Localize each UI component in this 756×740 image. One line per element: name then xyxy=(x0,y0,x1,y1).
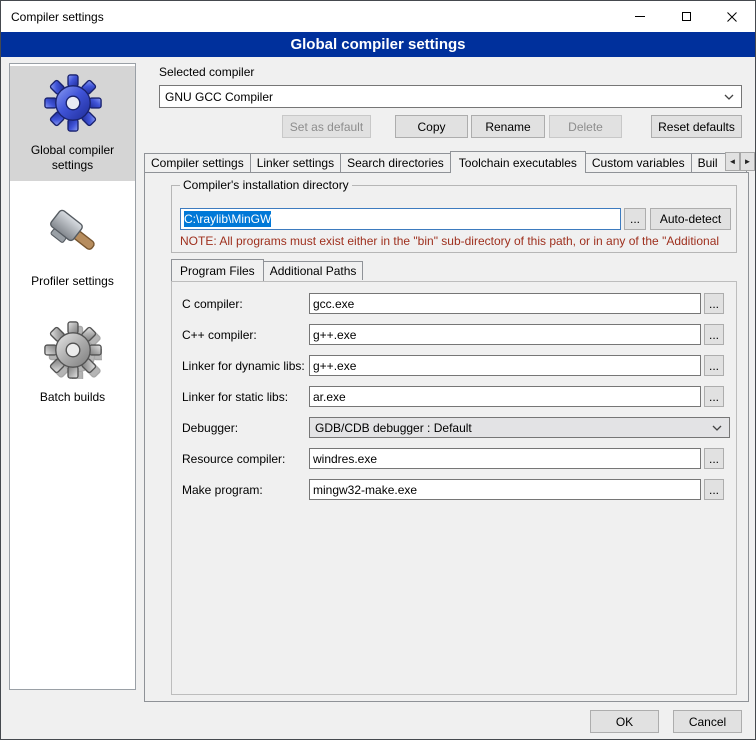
browse-directory-button[interactable]: ... xyxy=(624,208,646,230)
tab-scroll-left-button[interactable]: ◄ xyxy=(725,152,740,171)
sidebar-item-batch-builds[interactable]: Batch builds xyxy=(10,313,135,413)
cpp-compiler-label: C++ compiler: xyxy=(182,328,309,342)
cancel-button[interactable]: Cancel xyxy=(673,710,742,733)
browse-button[interactable]: ... xyxy=(704,324,724,345)
c-compiler-label: C compiler: xyxy=(182,297,309,311)
sidebar-item-label: Profiler settings xyxy=(31,274,114,289)
tab-compiler-settings[interactable]: Compiler settings xyxy=(144,153,251,172)
tab-custom-variables[interactable]: Custom variables xyxy=(585,153,692,172)
debugger-select-value: GDB/CDB debugger : Default xyxy=(315,421,706,435)
toolchain-executables-panel: Compiler's installation directory C:\ray… xyxy=(144,172,749,702)
c-compiler-row: C compiler: ... xyxy=(182,293,736,314)
maximize-icon xyxy=(682,12,691,21)
make-program-input[interactable] xyxy=(309,479,701,500)
browse-button[interactable]: ... xyxy=(704,355,724,376)
browse-button[interactable]: ... xyxy=(704,386,724,407)
resource-compiler-row: Resource compiler: ... xyxy=(182,448,736,469)
selected-compiler-label: Selected compiler xyxy=(159,65,254,79)
ok-button[interactable]: OK xyxy=(590,710,659,733)
titlebar: Compiler settings xyxy=(1,1,755,32)
blue-gear-icon xyxy=(44,74,102,135)
debugger-row: Debugger: GDB/CDB debugger : Default xyxy=(182,417,736,438)
browse-button[interactable]: ... xyxy=(704,448,724,469)
chevron-down-icon xyxy=(724,94,734,100)
maximize-button[interactable] xyxy=(663,1,709,32)
minimize-button[interactable] xyxy=(617,1,663,32)
resource-compiler-label: Resource compiler: xyxy=(182,452,309,466)
groupbox-label: Compiler's installation directory xyxy=(180,178,352,192)
debugger-select[interactable]: GDB/CDB debugger : Default xyxy=(309,417,730,438)
tab-linker-settings[interactable]: Linker settings xyxy=(250,153,341,172)
selected-text: C:\raylib\MinGW xyxy=(184,211,271,227)
compiler-settings-window: Compiler settings Global compiler settin… xyxy=(0,0,756,740)
cpp-compiler-input[interactable] xyxy=(309,324,701,345)
static-linker-label: Linker for static libs: xyxy=(182,390,309,404)
dynamic-linker-input[interactable] xyxy=(309,355,701,376)
minimize-icon xyxy=(635,16,645,17)
make-program-row: Make program: ... xyxy=(182,479,736,500)
compiler-select[interactable]: GNU GCC Compiler xyxy=(159,85,742,108)
close-button[interactable] xyxy=(709,1,755,32)
sidebar-item-profiler-settings[interactable]: Profiler settings xyxy=(10,197,135,297)
bin-subdirectory-note: NOTE: All programs must exist either in … xyxy=(180,234,735,248)
copy-button[interactable]: Copy xyxy=(395,115,468,138)
tab-search-directories[interactable]: Search directories xyxy=(340,153,451,172)
sidebar-item-label: Batch builds xyxy=(40,390,105,405)
dynamic-linker-row: Linker for dynamic libs: ... xyxy=(182,355,736,376)
static-linker-input[interactable] xyxy=(309,386,701,407)
c-compiler-input[interactable] xyxy=(309,293,701,314)
window-title: Compiler settings xyxy=(1,10,104,24)
auto-detect-button[interactable]: Auto-detect xyxy=(650,208,731,230)
delete-button: Delete xyxy=(549,115,622,138)
reset-defaults-button[interactable]: Reset defaults xyxy=(651,115,742,138)
tab-program-files[interactable]: Program Files xyxy=(171,259,264,281)
dialog-header: Global compiler settings xyxy=(1,32,755,57)
resource-compiler-input[interactable] xyxy=(309,448,701,469)
rename-button[interactable]: Rename xyxy=(471,115,545,138)
program-files-panel: C compiler: ... C++ compiler: ... Linker… xyxy=(171,281,737,695)
sidebar-item-label: Global compiler settings xyxy=(13,143,132,173)
caption-buttons xyxy=(617,1,755,32)
tab-additional-paths[interactable]: Additional Paths xyxy=(263,261,364,280)
dynamic-linker-label: Linker for dynamic libs: xyxy=(182,359,309,373)
tab-toolchain-executables[interactable]: Toolchain executables xyxy=(450,151,586,173)
cpp-compiler-row: C++ compiler: ... xyxy=(182,324,736,345)
gray-gear-stack-icon xyxy=(44,321,102,382)
settings-tabstrip: Compiler settings Linker settings Search… xyxy=(144,151,746,173)
compiler-select-value: GNU GCC Compiler xyxy=(165,90,718,104)
set-as-default-button: Set as default xyxy=(282,115,371,138)
profiler-hammer-icon xyxy=(44,205,102,266)
program-files-tabstrip: Program Files Additional Paths xyxy=(171,258,362,281)
debugger-label: Debugger: xyxy=(182,421,309,435)
installation-directory-input[interactable]: C:\raylib\MinGW xyxy=(180,208,621,230)
close-icon xyxy=(727,12,737,22)
installation-directory-groupbox: Compiler's installation directory C:\ray… xyxy=(171,185,737,253)
sidebar-item-global-compiler-settings[interactable]: Global compiler settings xyxy=(10,66,135,181)
browse-button[interactable]: ... xyxy=(704,293,724,314)
browse-button[interactable]: ... xyxy=(704,479,724,500)
chevron-down-icon xyxy=(712,425,722,431)
make-program-label: Make program: xyxy=(182,483,309,497)
settings-category-sidebar: Global compiler settings Profiler settin… xyxy=(9,63,136,690)
tab-scroll-right-button[interactable]: ► xyxy=(740,152,755,171)
static-linker-row: Linker for static libs: ... xyxy=(182,386,736,407)
